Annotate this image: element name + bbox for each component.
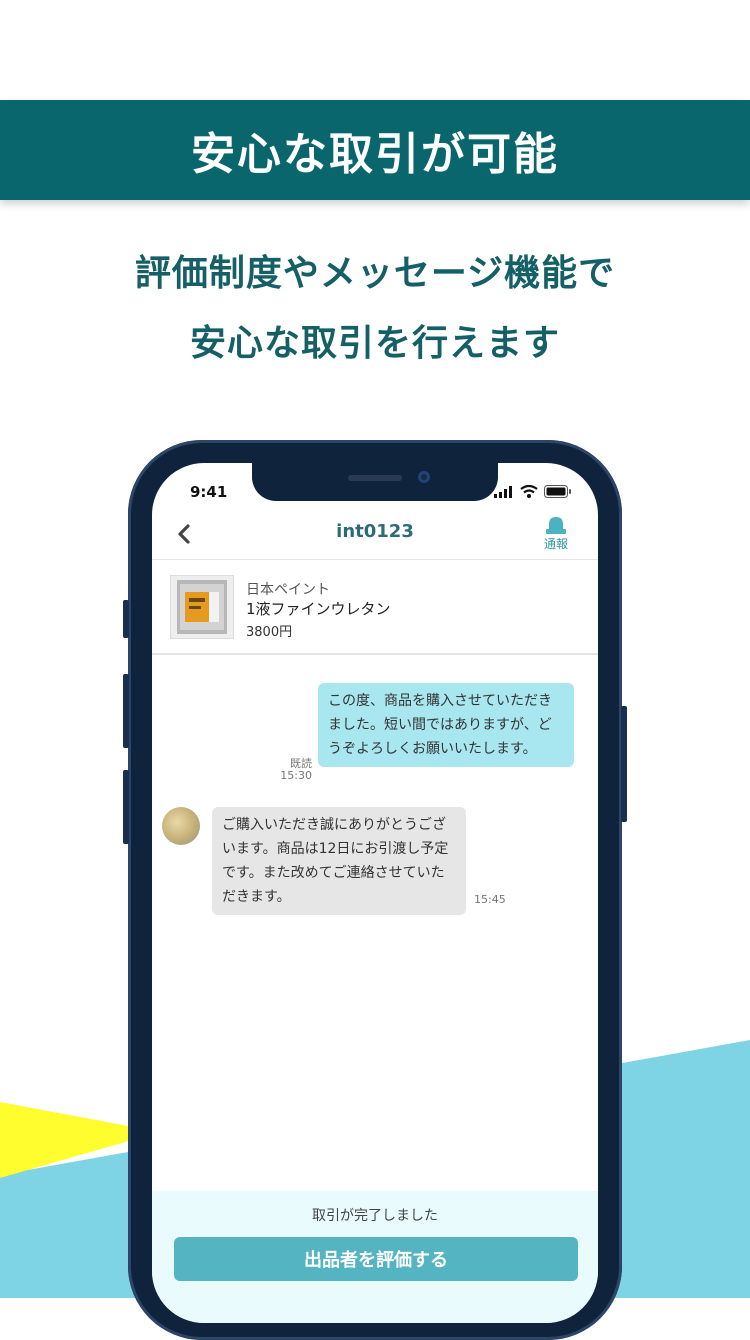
rate-seller-button[interactable]: 出品者を評価する bbox=[174, 1237, 578, 1281]
subtitle-line-2: 安心な取引を行えます bbox=[189, 323, 560, 364]
transaction-status-text: 取引が完了しました bbox=[312, 1208, 438, 1224]
signal-icon bbox=[494, 485, 512, 498]
battery-icon bbox=[544, 485, 571, 498]
outgoing-message-bubble: この度、商品を購入させていただきました。短い間ではありますが、どうぞよろしくお願… bbox=[318, 683, 574, 767]
incoming-message-time: 15:45 bbox=[474, 893, 506, 906]
headline-title: 安心な取引が可能 bbox=[191, 129, 559, 180]
status-bar-time: 9:41 bbox=[190, 483, 228, 501]
product-brand: 日本ペイント bbox=[246, 582, 330, 598]
phone-volume-up-button bbox=[123, 674, 129, 748]
status-bar-icons bbox=[494, 485, 572, 498]
product-name: 1液ファインウレタン bbox=[246, 600, 391, 618]
phone-power-button bbox=[621, 706, 627, 822]
phone-notch bbox=[252, 463, 498, 501]
report-button[interactable]: 通報 bbox=[536, 515, 576, 552]
product-price: 3800円 bbox=[246, 625, 293, 640]
outgoing-message-time: 15:30 bbox=[280, 769, 312, 782]
phone-mute-switch bbox=[123, 600, 129, 638]
paint-can-image bbox=[177, 580, 227, 634]
front-camera bbox=[418, 471, 430, 483]
speaker-grille bbox=[348, 475, 402, 481]
chat-header: int0123 通報 bbox=[152, 509, 598, 560]
avatar[interactable] bbox=[162, 807, 200, 845]
chat-partner-name: int0123 bbox=[336, 521, 414, 542]
transaction-footer: 取引が完了しました 出品者を評価する bbox=[152, 1191, 598, 1323]
headline-banner: 安心な取引が可能 bbox=[0, 100, 750, 200]
subtitle-line-1: 評価制度やメッセージ機能で bbox=[134, 253, 616, 294]
product-thumbnail bbox=[170, 575, 234, 639]
alert-siren-icon bbox=[546, 517, 566, 534]
wifi-icon bbox=[520, 485, 538, 498]
incoming-message-bubble: ご購入いただき誠にありがとうございます。商品は12日にお引渡し予定です。また改め… bbox=[212, 807, 466, 915]
phone-volume-down-button bbox=[123, 770, 129, 844]
phone-screen: 9:41 int0123 通報 日本ペイント 1液ファインウレタン 3800円 … bbox=[152, 463, 598, 1323]
report-label: 通報 bbox=[543, 537, 568, 551]
product-summary[interactable]: 日本ペイント 1液ファインウレタン 3800円 bbox=[152, 561, 598, 655]
